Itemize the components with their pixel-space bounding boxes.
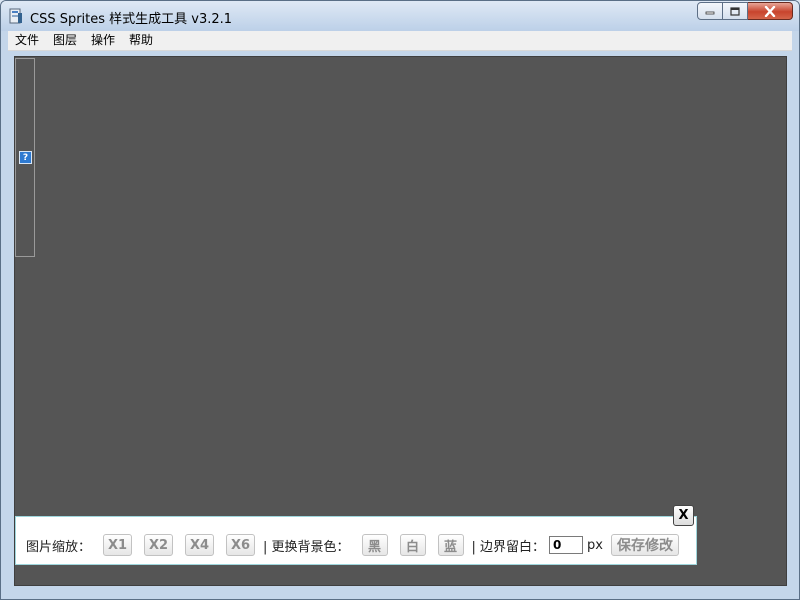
close-button[interactable]: [748, 2, 793, 20]
bottom-toolbar: 图片缩放： X1 X2 X4 X6 | 更换背景色： 黑 白 蓝 | 边界留白：…: [15, 516, 697, 565]
zoom-x1-button[interactable]: X1: [103, 534, 133, 556]
window-controls: [697, 2, 793, 21]
menu-operation[interactable]: 操作: [84, 31, 122, 50]
menu-help[interactable]: 帮助: [122, 31, 160, 50]
maximize-button[interactable]: [723, 2, 748, 20]
menu-bar: 文件 图层 操作 帮助: [8, 31, 792, 51]
minimize-icon: [705, 11, 715, 15]
zoom-x6-button[interactable]: X6: [226, 534, 256, 556]
margin-unit-label: px: [587, 537, 603, 553]
zoom-x4-button[interactable]: X4: [185, 534, 215, 556]
zoom-x2-button[interactable]: X2: [144, 534, 174, 556]
toolbar-close-button[interactable]: X: [673, 505, 694, 526]
margin-label: | 边界留白：: [471, 539, 546, 555]
zoom-label: 图片缩放：: [26, 539, 92, 555]
bg-white-button[interactable]: 白: [399, 534, 426, 556]
sprite-canvas[interactable]: [14, 56, 787, 586]
minimize-button[interactable]: [697, 2, 723, 20]
menu-layer[interactable]: 图层: [46, 31, 84, 50]
bg-color-label: | 更换背景色：: [263, 539, 350, 555]
menu-file[interactable]: 文件: [8, 31, 46, 50]
help-icon[interactable]: ?: [19, 151, 32, 164]
window-title: CSS Sprites 样式生成工具 v3.2.1: [30, 12, 233, 27]
margin-input[interactable]: [549, 536, 584, 554]
save-changes-button[interactable]: 保存修改: [611, 534, 679, 556]
app-window: CSS Sprites 样式生成工具 v3.2.1 文件 图层 操作 帮助 ? …: [0, 0, 800, 600]
title-bar[interactable]: CSS Sprites 样式生成工具 v3.2.1: [1, 1, 799, 31]
close-icon: [764, 5, 776, 17]
maximize-icon: [730, 6, 740, 16]
app-icon: [9, 8, 22, 24]
bg-black-button[interactable]: 黑: [361, 534, 388, 556]
toolbar-row: 图片缩放： X1 X2 X4 X6 | 更换背景色： 黑 白 蓝 | 边界留白：…: [26, 533, 679, 557]
bg-blue-button[interactable]: 蓝: [437, 534, 464, 556]
